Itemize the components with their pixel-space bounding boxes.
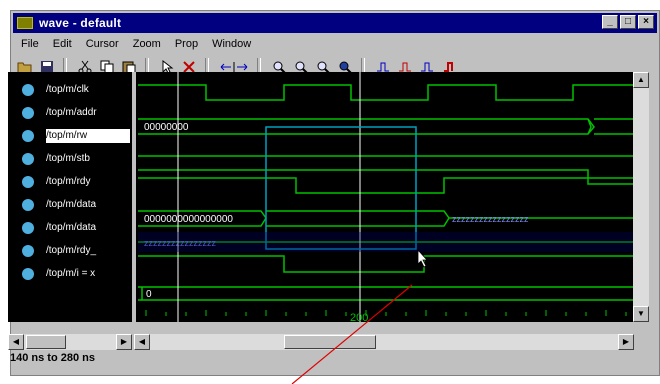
names-horizontal-scrollbar[interactable]: ◀ ▶ (8, 334, 132, 350)
signal-row[interactable]: /top/m/rdy_ (8, 241, 132, 261)
signal-name: /top/m/stb (46, 153, 90, 164)
status-bar-text: 140 ns to 280 ns (10, 352, 95, 364)
signal-row[interactable]: /top/m/i = x (8, 264, 132, 284)
app-icon (17, 17, 33, 29)
clk-wave (138, 84, 641, 101)
signal-name-selected: /top/m/rw (46, 129, 130, 143)
signal-icon (22, 153, 34, 165)
scroll-up-icon[interactable]: ▲ (633, 72, 649, 88)
addr-value: 00000000 (144, 122, 189, 133)
signal-list: /top/m/clk /top/m/addr /top/m/rw /top/m/… (8, 72, 132, 322)
timeline-label: 200 (350, 312, 368, 322)
rdyn-wave (138, 255, 641, 273)
wave-horizontal-scrollbar[interactable]: ◀ ▶ (134, 334, 634, 350)
minimize-button[interactable]: _ (602, 15, 618, 29)
signal-row[interactable]: /top/m/data (8, 218, 132, 238)
signal-row[interactable]: /top/m/clk (8, 80, 132, 100)
data-a2-value: zzzzzzzzzzzzzzzzz (452, 214, 529, 224)
signal-name: /top/m/i = x (46, 268, 96, 279)
signal-name: /top/m/addr (46, 107, 97, 118)
scroll-down-icon[interactable]: ▼ (633, 306, 649, 322)
menu-edit[interactable]: Edit (53, 38, 72, 50)
signal-icon (22, 130, 34, 142)
scroll-left-icon[interactable]: ◀ (8, 334, 24, 350)
row-highlight (138, 232, 641, 252)
signal-icon (22, 268, 34, 280)
zoom-selection-box (265, 126, 417, 250)
data-a-value: 0000000000000000 (144, 214, 233, 225)
menu-window[interactable]: Window (212, 38, 251, 50)
scroll-thumb[interactable] (284, 335, 376, 349)
title-bar: wave - default _ □ × (13, 13, 657, 33)
scroll-left-icon[interactable]: ◀ (134, 334, 150, 350)
signal-row[interactable]: /top/m/addr (8, 103, 132, 123)
vertical-scrollbar[interactable]: ▲ ▼ (633, 72, 649, 322)
menu-prop[interactable]: Prop (175, 38, 198, 50)
i-value: 0 (146, 289, 152, 300)
signal-icon (22, 176, 34, 188)
signal-icon (22, 107, 34, 119)
rdy-wave (138, 177, 641, 194)
waveform-canvas[interactable]: 00000000 0000000000000000 zzzzzzzzzzzzzz… (136, 72, 641, 324)
signal-row[interactable]: /top/m/data (8, 195, 132, 215)
timeline-ticks (145, 310, 627, 316)
signal-row[interactable]: /top/m/rw (8, 126, 132, 146)
signal-name: /top/m/rdy (46, 176, 91, 187)
i-wave (138, 286, 641, 301)
signal-icon (22, 222, 34, 234)
signal-name: /top/m/data (46, 222, 97, 233)
signal-name: /top/m/rdy_ (46, 245, 97, 256)
signal-icon (22, 84, 34, 96)
scroll-right-icon[interactable]: ▶ (116, 334, 132, 350)
close-button[interactable]: × (638, 15, 654, 29)
mouse-pointer-icon (417, 248, 428, 268)
menu-zoom[interactable]: Zoom (133, 38, 161, 50)
menu-cursor[interactable]: Cursor (86, 38, 119, 50)
menu-bar: File Edit Cursor Zoom Prop Window (13, 35, 657, 53)
signal-row[interactable]: /top/m/rdy (8, 172, 132, 192)
signal-name: /top/m/clk (46, 84, 89, 95)
signal-icon (22, 199, 34, 211)
signal-icon (22, 245, 34, 257)
maximize-button[interactable]: □ (620, 15, 636, 29)
stb-wave (138, 169, 641, 185)
wave-pane: /top/m/clk /top/m/addr /top/m/rw /top/m/… (8, 72, 648, 324)
scroll-right-icon[interactable]: ▶ (618, 334, 634, 350)
menu-file[interactable]: File (21, 38, 39, 50)
scroll-thumb[interactable] (26, 335, 66, 349)
signal-name: /top/m/data (46, 199, 97, 210)
waveform-area[interactable]: 00000000 0000000000000000 zzzzzzzzzzzzzz… (136, 72, 648, 324)
signal-row[interactable]: /top/m/stb (8, 149, 132, 169)
window-title: wave - default (39, 16, 122, 30)
